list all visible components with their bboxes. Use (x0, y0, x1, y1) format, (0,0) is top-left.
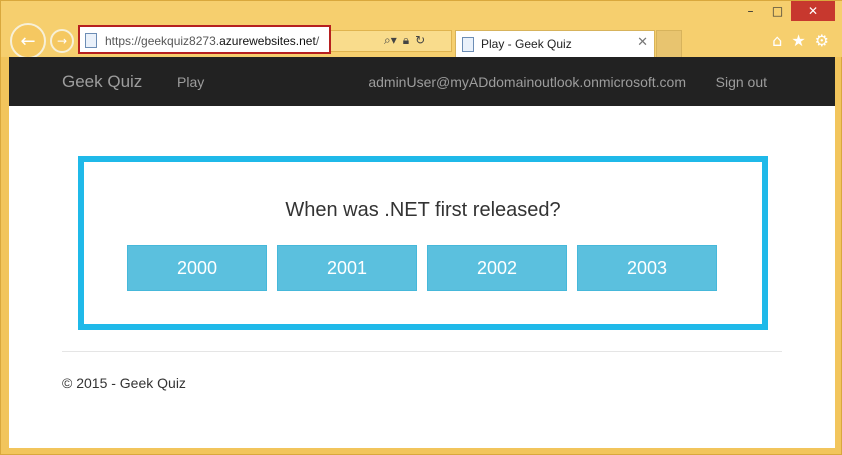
new-tab-button[interactable] (656, 30, 682, 57)
back-button[interactable]: ← (10, 23, 46, 59)
answer-option-button[interactable]: 2002 (427, 245, 567, 291)
quiz-question: When was .NET first released? (285, 199, 561, 221)
page-viewport: Geek Quiz Play adminUser@myADdomainoutlo… (9, 57, 835, 448)
lock-icon[interactable]: 🔒︎ (403, 33, 409, 48)
browser-toolbar: ⌂ ★ ⚙ (772, 31, 829, 50)
refresh-icon[interactable]: ↻ (415, 33, 425, 48)
home-icon[interactable]: ⌂ (772, 31, 782, 50)
nav-play-link[interactable]: Play (177, 74, 204, 90)
sign-out-link[interactable]: Sign out (716, 74, 767, 90)
search-icon[interactable]: ⌕▾ (384, 33, 397, 48)
forward-button[interactable]: → (50, 29, 74, 53)
footer-text: © 2015 - Geek Quiz (62, 375, 186, 391)
site-navbar: Geek Quiz Play adminUser@myADdomainoutlo… (9, 57, 835, 106)
settings-gear-icon[interactable]: ⚙ (815, 31, 829, 50)
answer-option-button[interactable]: 2001 (277, 245, 417, 291)
page-icon (85, 33, 97, 48)
close-tab-icon[interactable]: ✕ (637, 35, 648, 50)
tab-title: Play - Geek Quiz (481, 37, 572, 51)
tab-page-icon (462, 37, 474, 52)
forward-arrow-icon: → (56, 34, 68, 48)
answer-options: 2000 2001 2002 2003 (127, 245, 717, 291)
nav-user-link[interactable]: adminUser@myADdomainoutlook.onmicrosoft.… (368, 74, 686, 90)
favorites-star-icon[interactable]: ★ (791, 31, 805, 50)
url-text[interactable]: https://geekquiz8273.azurewebsites.net/ (105, 34, 319, 48)
close-window-button[interactable]: ✕ (791, 1, 835, 21)
browser-tab[interactable]: Play - Geek Quiz ✕ (455, 30, 655, 57)
brand-link[interactable]: Geek Quiz (62, 72, 142, 92)
back-arrow-icon: ← (20, 30, 36, 52)
address-bar-icons: ⌕▾ 🔒︎ ↻ (384, 33, 425, 48)
browser-window: – □ ✕ ← → https://geekquiz8273.azurewebs… (0, 0, 842, 455)
window-controls: – □ ✕ (737, 1, 835, 23)
quiz-panel: When was .NET first released? 2000 2001 … (78, 156, 768, 330)
answer-option-button[interactable]: 2000 (127, 245, 267, 291)
answer-option-button[interactable]: 2003 (577, 245, 717, 291)
maximize-button[interactable]: □ (764, 1, 791, 21)
minimize-button[interactable]: – (737, 1, 764, 21)
footer-divider (62, 351, 782, 352)
